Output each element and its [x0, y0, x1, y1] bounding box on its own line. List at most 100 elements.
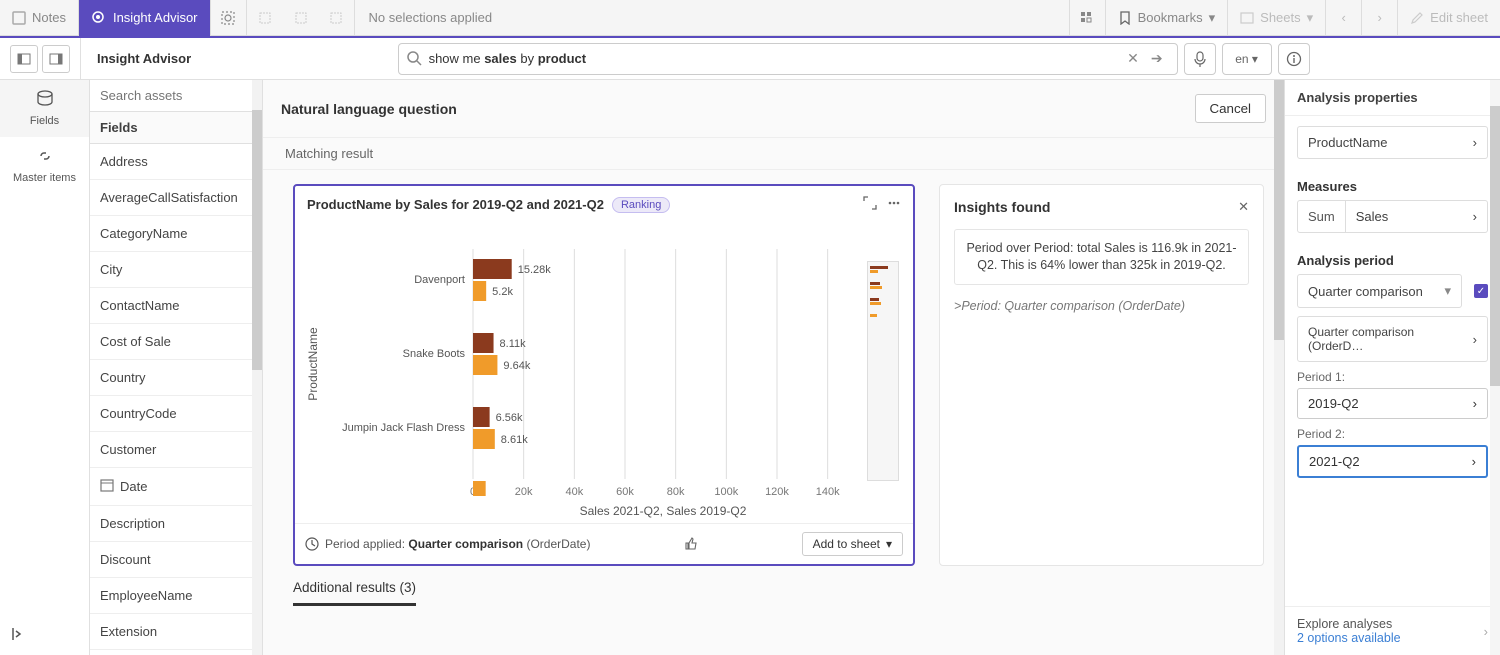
sheets-label: Sheets [1260, 10, 1300, 25]
period-calendar-selector[interactable]: Quarter comparison (OrderD… › [1297, 316, 1488, 362]
field-item[interactable]: Customer [90, 432, 262, 468]
expand-icon [863, 196, 877, 210]
analysis-period-label: Analysis period [1297, 253, 1488, 268]
field-item[interactable]: AverageCallSatisfaction [90, 180, 262, 216]
cancel-button[interactable]: Cancel [1195, 94, 1267, 123]
bar-chart[interactable]: 020k40k60k80k100k120k140k15.28k5.2kDaven… [303, 229, 863, 519]
chart-help-button[interactable] [683, 535, 699, 554]
info-icon [1286, 51, 1302, 67]
fields-search-input[interactable] [100, 88, 252, 103]
insight-advisor-tab[interactable]: Insight Advisor [79, 0, 211, 36]
rail-tab-fields[interactable]: Fields [0, 80, 89, 137]
field-item[interactable]: City [90, 252, 262, 288]
field-item[interactable]: Cost of Sale [90, 324, 262, 360]
close-insights-button[interactable]: ✕ [1238, 199, 1249, 215]
nl-search-box[interactable]: show me sales by product ✕ ➔ [398, 43, 1178, 75]
chart-minimap[interactable] [867, 261, 899, 481]
prev-sheet-button[interactable]: ‹ [1325, 0, 1361, 36]
submit-query-button[interactable]: ➔ [1145, 50, 1169, 67]
chart-body[interactable]: 020k40k60k80k100k120k140k15.28k5.2kDaven… [295, 223, 913, 523]
clear-query-button[interactable]: ✕ [1121, 50, 1145, 67]
results-row: ProductName by Sales for 2019-Q2 and 202… [263, 170, 1284, 566]
add-to-sheet-button[interactable]: Add to sheet ▾ [802, 532, 903, 556]
step-back-button[interactable] [247, 0, 283, 36]
edit-sheet-button[interactable]: Edit sheet [1397, 0, 1500, 36]
nl-question-title: Natural language question [281, 101, 457, 117]
field-item[interactable]: Extension [90, 614, 262, 650]
collapse-rail-button[interactable] [0, 616, 89, 655]
field-item[interactable]: Date [90, 468, 262, 506]
field-item[interactable]: Description [90, 506, 262, 542]
info-button[interactable] [1278, 43, 1310, 75]
microphone-icon [1193, 51, 1207, 67]
panel-left-toggle[interactable] [10, 45, 38, 73]
fullscreen-button[interactable] [863, 196, 877, 213]
voice-button[interactable] [1184, 43, 1216, 75]
nl-query-input[interactable]: show me sales by product [423, 51, 1122, 66]
svg-text:20k: 20k [515, 486, 533, 498]
svg-text:5.2k: 5.2k [492, 286, 513, 298]
properties-scrollbar-thumb[interactable] [1490, 106, 1500, 386]
period1-selector[interactable]: 2019-Q2 › [1297, 388, 1488, 419]
collapse-icon [10, 626, 26, 642]
selections-tool-button[interactable] [1069, 0, 1105, 36]
dimension-selector[interactable]: ProductName › [1297, 126, 1488, 159]
period-enabled-checkbox[interactable]: ✓ [1474, 284, 1488, 298]
chevron-right-icon: › [1484, 624, 1488, 639]
explore-analyses[interactable]: Explore analyses 2 options available › [1285, 606, 1500, 655]
field-item[interactable]: ContactName [90, 288, 262, 324]
chevron-right-icon: › [1473, 209, 1477, 224]
center-area: Natural language question Cancel Matchin… [263, 80, 1284, 655]
measures-label: Measures [1297, 179, 1488, 194]
chart-card: ProductName by Sales for 2019-Q2 and 202… [293, 184, 915, 566]
bookmarks-button[interactable]: Bookmarks ▾ [1105, 0, 1228, 36]
field-item[interactable]: Country [90, 360, 262, 396]
svg-text:8.61k: 8.61k [501, 434, 528, 446]
period-type-selector[interactable]: Quarter comparison ▾ [1297, 274, 1462, 308]
second-bar: Insight Advisor show me sales by product… [0, 38, 1500, 80]
measure-selector[interactable]: Sum Sales › [1297, 200, 1488, 233]
period2-selector[interactable]: 2021-Q2 › [1297, 445, 1488, 478]
view-toggles [0, 38, 81, 80]
search-icon [407, 51, 423, 67]
center-scrollbar-thumb[interactable] [1274, 80, 1284, 340]
svg-text:Jumpin Jack Flash Dress: Jumpin Jack Flash Dress [342, 422, 465, 434]
field-item[interactable]: CategoryName [90, 216, 262, 252]
step-forward-button[interactable] [283, 0, 319, 36]
fields-list[interactable]: AddressAverageCallSatisfactionCategoryNa… [90, 144, 262, 655]
chevron-down-icon: ▾ [1209, 10, 1216, 26]
insights-card: Insights found ✕ Period over Period: tot… [939, 184, 1264, 566]
selections-label: No selections applied [355, 10, 507, 25]
panel-left-icon [17, 52, 31, 66]
language-selector[interactable]: en ▾ [1222, 43, 1272, 75]
fields-header: Fields [90, 112, 262, 144]
sheets-button[interactable]: Sheets ▾ [1227, 0, 1325, 36]
calendar-icon [100, 478, 114, 495]
rail-tab-master-items[interactable]: Master items [0, 137, 89, 194]
field-item[interactable]: CountryCode [90, 396, 262, 432]
insights-title: Insights found [954, 199, 1050, 215]
additional-results-tab[interactable]: Additional results (3) [293, 580, 416, 606]
page-title: Insight Advisor [81, 51, 207, 66]
field-item[interactable]: Address [90, 144, 262, 180]
edit-sheet-label: Edit sheet [1430, 10, 1488, 25]
field-item[interactable]: Discount [90, 542, 262, 578]
svg-text:120k: 120k [765, 486, 789, 498]
smart-search-button[interactable] [211, 0, 247, 36]
more-button[interactable] [887, 196, 901, 213]
clear-selections-icon [329, 11, 343, 25]
clear-selections-button[interactable] [319, 0, 355, 36]
chart-footer: Period applied: Quarter comparison (Orde… [295, 523, 913, 564]
chevron-right-icon: › [1473, 332, 1477, 347]
period1-label: Period 1: [1297, 370, 1488, 384]
svg-text:Davenport: Davenport [414, 274, 465, 286]
chevron-down-icon: ▾ [1444, 283, 1451, 299]
notes-tab[interactable]: Notes [0, 0, 79, 36]
fields-scrollbar-thumb[interactable] [252, 110, 262, 370]
panel-right-toggle[interactable] [42, 45, 70, 73]
field-item[interactable]: EmployeeName [90, 578, 262, 614]
aggregation-value[interactable]: Sum [1298, 201, 1346, 232]
chart-card-header: ProductName by Sales for 2019-Q2 and 202… [295, 186, 913, 223]
next-sheet-button[interactable]: › [1361, 0, 1397, 36]
minimap-bars [868, 262, 900, 480]
